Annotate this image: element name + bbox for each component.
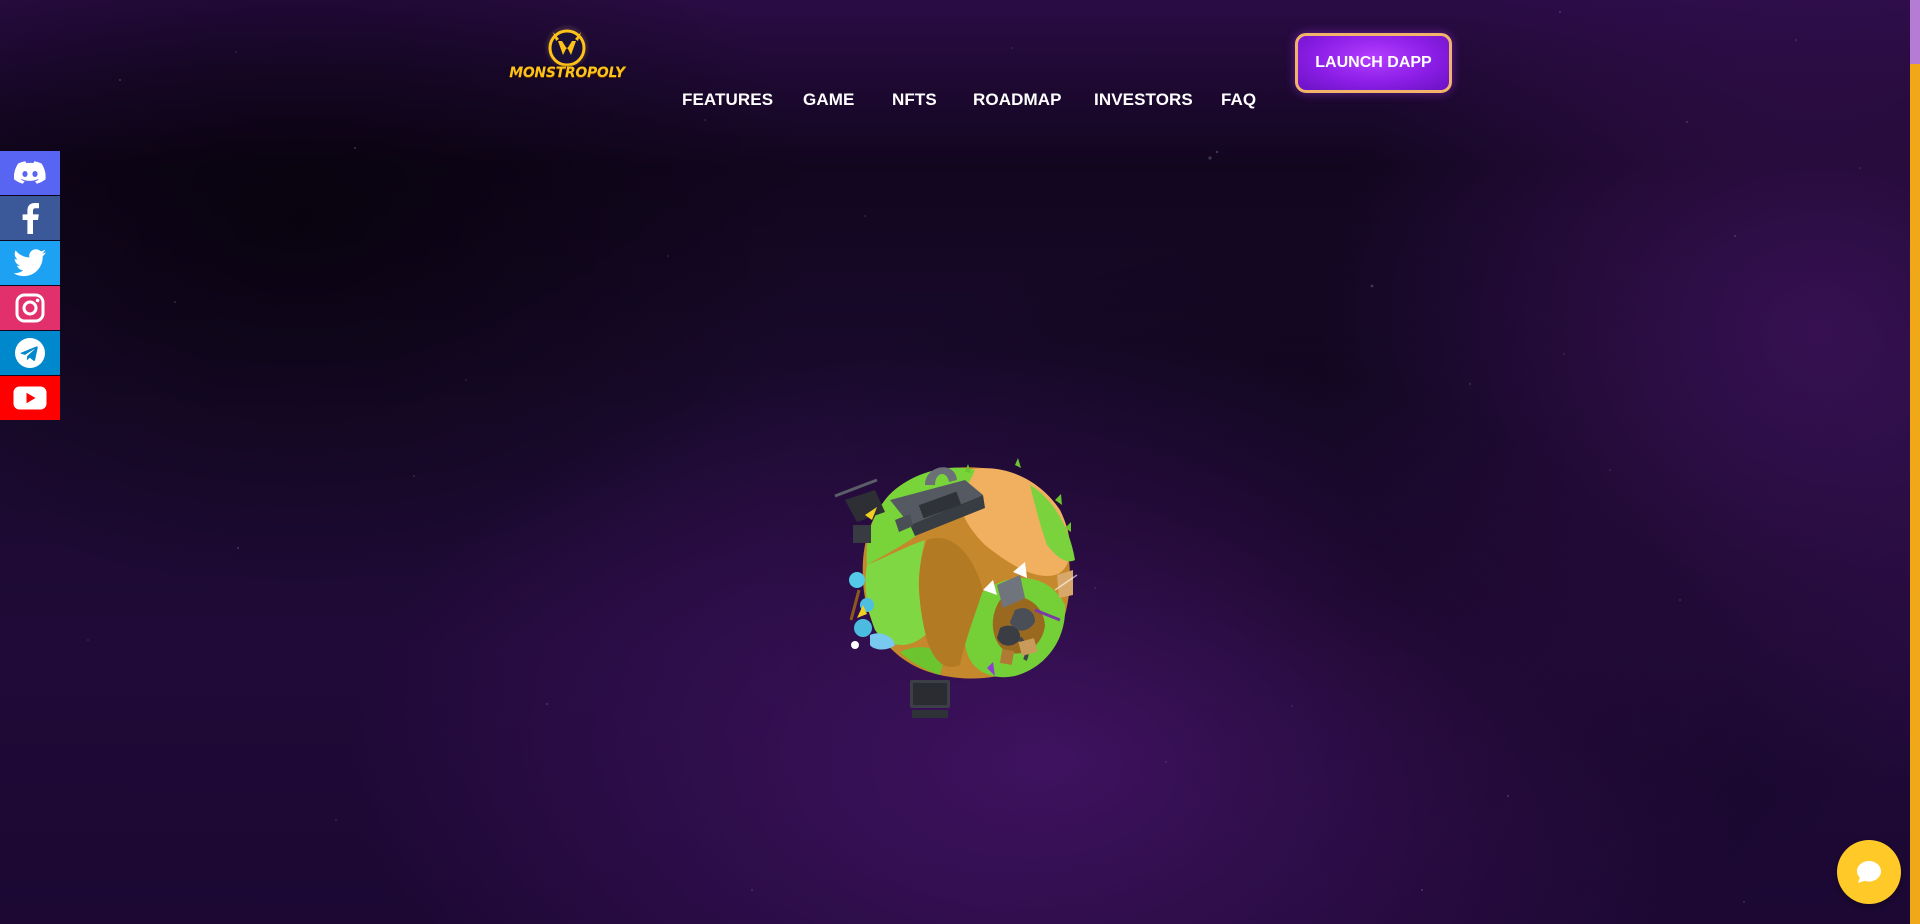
monstropoly-logo[interactable]: MONSTROPOLY	[504, 22, 630, 86]
scrollbar-track[interactable]	[1910, 64, 1920, 924]
facebook-icon	[22, 203, 39, 234]
nav-item-nfts[interactable]: NFTS	[892, 90, 937, 110]
social-link-discord[interactable]	[0, 151, 60, 195]
social-link-telegram[interactable]	[0, 331, 60, 375]
planet-illustration	[834, 458, 1078, 718]
social-link-instagram[interactable]	[0, 286, 60, 330]
chat-bubble-icon	[1857, 861, 1881, 883]
nav-item-investors[interactable]: INVESTORS	[1094, 90, 1193, 110]
social-sidebar	[0, 151, 60, 421]
page-scrollbar[interactable]	[1910, 0, 1920, 924]
monster-emblem-icon	[544, 24, 590, 70]
chat-button[interactable]	[1837, 840, 1901, 904]
launch-dapp-button[interactable]: LAUNCH DAPP	[1295, 33, 1452, 93]
twitter-icon	[13, 249, 46, 277]
nav-item-faq[interactable]: FAQ	[1221, 90, 1256, 110]
site-header: MONSTROPOLY FEATURES GAME NFTS ROADMAP I…	[0, 0, 1910, 124]
telegram-icon	[15, 338, 45, 368]
instagram-icon	[15, 293, 45, 323]
scrollbar-thumb[interactable]	[1910, 0, 1920, 64]
social-link-youtube[interactable]	[0, 376, 60, 420]
discord-icon	[13, 161, 46, 184]
nav-item-game[interactable]: GAME	[803, 90, 854, 110]
youtube-icon	[13, 386, 47, 410]
social-link-facebook[interactable]	[0, 196, 60, 240]
nav-item-features[interactable]: FEATURES	[682, 90, 773, 110]
social-link-twitter[interactable]	[0, 241, 60, 285]
nav-item-roadmap[interactable]: ROADMAP	[973, 90, 1062, 110]
logo-wordmark: MONSTROPOLY	[509, 65, 625, 81]
